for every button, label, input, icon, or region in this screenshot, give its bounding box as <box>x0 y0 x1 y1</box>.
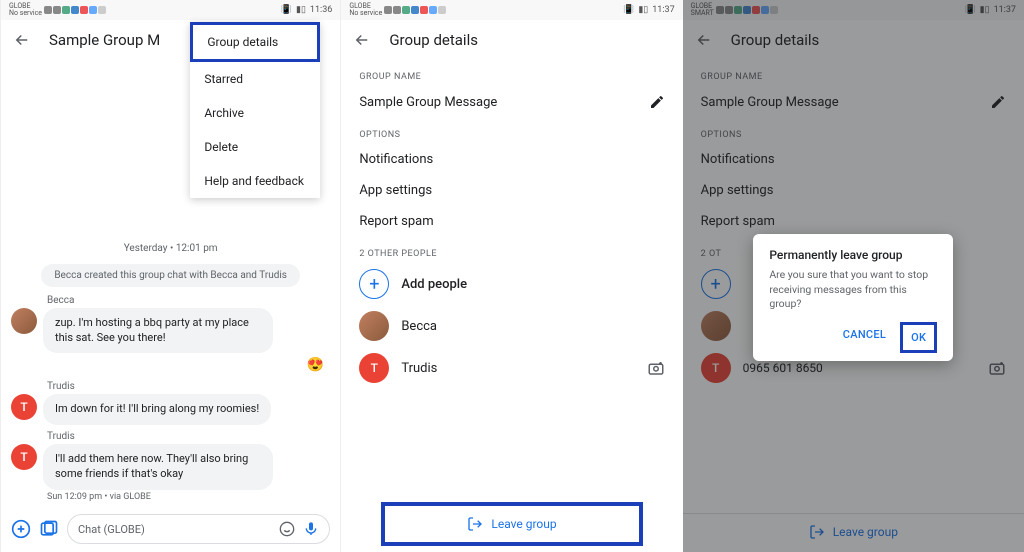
screen-group-details: GLOBE No service 📳 ▮▯ 11:37 Group detail… <box>341 0 682 552</box>
overflow-menu: Group details Starred Archive Delete Hel… <box>190 22 320 198</box>
option-app-settings[interactable]: App settings <box>341 175 682 206</box>
chat-title: Sample Group M <box>49 31 160 49</box>
emoji-reaction[interactable]: 😍 <box>11 357 324 373</box>
message-bubble[interactable]: I'll add them here now. They'll also bri… <box>43 444 273 490</box>
screen-leave-dialog: GLOBE SMART 📳 ▮▯ 11:37 <box>683 0 1024 552</box>
add-people-icon: + <box>359 269 389 299</box>
add-people-row[interactable]: + Add people <box>341 263 682 305</box>
vibrate-icon: 📳 <box>281 5 292 15</box>
avatar-becca <box>359 311 389 341</box>
status-bar: GLOBE No service 📳 ▮▯ 11:36 <box>1 0 340 20</box>
group-name-text: Sample Group Message <box>359 95 497 110</box>
sender-name: Trudis <box>47 381 330 392</box>
menu-delete[interactable]: Delete <box>190 130 320 164</box>
vibrate-icon: 📳 <box>623 5 634 15</box>
avatar-becca[interactable] <box>11 308 37 334</box>
compose-bar: Chat (GLOBE) <box>1 508 340 552</box>
section-group-name: GROUP NAME <box>341 60 682 86</box>
screen-chat: GLOBE No service 📳 ▮▯ 11:36 Sample Group… <box>0 0 341 552</box>
sender-name: Becca <box>47 295 330 306</box>
add-people-label: Add people <box>401 277 467 292</box>
avatar-trudis: T <box>359 353 389 383</box>
system-message: Becca created this group chat with Becca… <box>41 264 300 287</box>
message-group: Trudis T Im down for it! I'll bring alon… <box>11 381 330 425</box>
sender-name: Trudis <box>47 431 330 442</box>
person-row[interactable]: T Trudis <box>341 347 682 389</box>
date-separator: Yesterday • 12:01 pm <box>11 243 330 254</box>
leave-confirm-dialog: Permanently leave group Are you sure tha… <box>753 234 953 361</box>
dialog-body: Are you sure that you want to stop recei… <box>769 268 937 312</box>
person-name: Trudis <box>401 361 437 376</box>
status-bar: GLOBE No service 📳 ▮▯ 11:37 <box>341 0 682 20</box>
gallery-icon[interactable] <box>39 519 59 539</box>
clock-label: 11:37 <box>652 5 674 15</box>
message-group: Trudis T I'll add them here now. They'll… <box>11 431 330 502</box>
option-notifications[interactable]: Notifications <box>341 144 682 175</box>
compose-placeholder: Chat (GLOBE) <box>78 523 145 536</box>
camera-add-icon[interactable] <box>647 359 665 377</box>
menu-starred[interactable]: Starred <box>190 62 320 96</box>
app-bar: Group details <box>341 20 682 60</box>
back-arrow-icon[interactable] <box>353 31 371 49</box>
menu-group-details[interactable]: Group details <box>190 22 320 62</box>
message-meta: Sun 12:09 pm • via GLOBE <box>47 492 330 502</box>
battery-icon: ▮▯ <box>638 5 648 15</box>
edit-icon[interactable] <box>649 94 665 110</box>
dialog-title: Permanently leave group <box>769 248 937 262</box>
cancel-button[interactable]: CANCEL <box>835 322 894 353</box>
leave-icon <box>467 516 483 532</box>
person-name: Becca <box>401 319 437 334</box>
menu-archive[interactable]: Archive <box>190 96 320 130</box>
compose-input[interactable]: Chat (GLOBE) <box>67 514 330 544</box>
person-row[interactable]: Becca <box>341 305 682 347</box>
section-options: OPTIONS <box>341 118 682 144</box>
clock-label: 11:36 <box>310 5 332 15</box>
status-icons-left <box>384 6 446 14</box>
status-icons-left <box>44 6 106 14</box>
avatar-trudis[interactable]: T <box>11 444 37 470</box>
carrier-sub-label: No service <box>349 10 382 17</box>
leave-group-button[interactable]: Leave group <box>381 502 642 546</box>
battery-icon: ▮▯ <box>296 5 306 15</box>
page-title: Group details <box>389 31 478 49</box>
emoji-icon[interactable] <box>279 521 295 537</box>
group-name-row: Sample Group Message <box>341 86 682 118</box>
avatar-trudis[interactable]: T <box>11 394 37 420</box>
message-bubble[interactable]: Im down for it! I'll bring along my room… <box>43 394 271 425</box>
plus-icon[interactable] <box>11 519 31 539</box>
back-arrow-icon[interactable] <box>13 31 31 49</box>
message-bubble[interactable]: zup. I'm hosting a bbq party at my place… <box>43 308 273 354</box>
option-report-spam[interactable]: Report spam <box>341 206 682 237</box>
section-people: 2 OTHER PEOPLE <box>341 237 682 263</box>
ok-button[interactable]: OK <box>900 322 937 353</box>
menu-help[interactable]: Help and feedback <box>190 164 320 198</box>
carrier-sub-label: No service <box>9 10 42 17</box>
message-group: Becca zup. I'm hosting a bbq party at my… <box>11 295 330 354</box>
mic-icon[interactable] <box>303 521 319 537</box>
leave-group-label: Leave group <box>491 517 556 531</box>
